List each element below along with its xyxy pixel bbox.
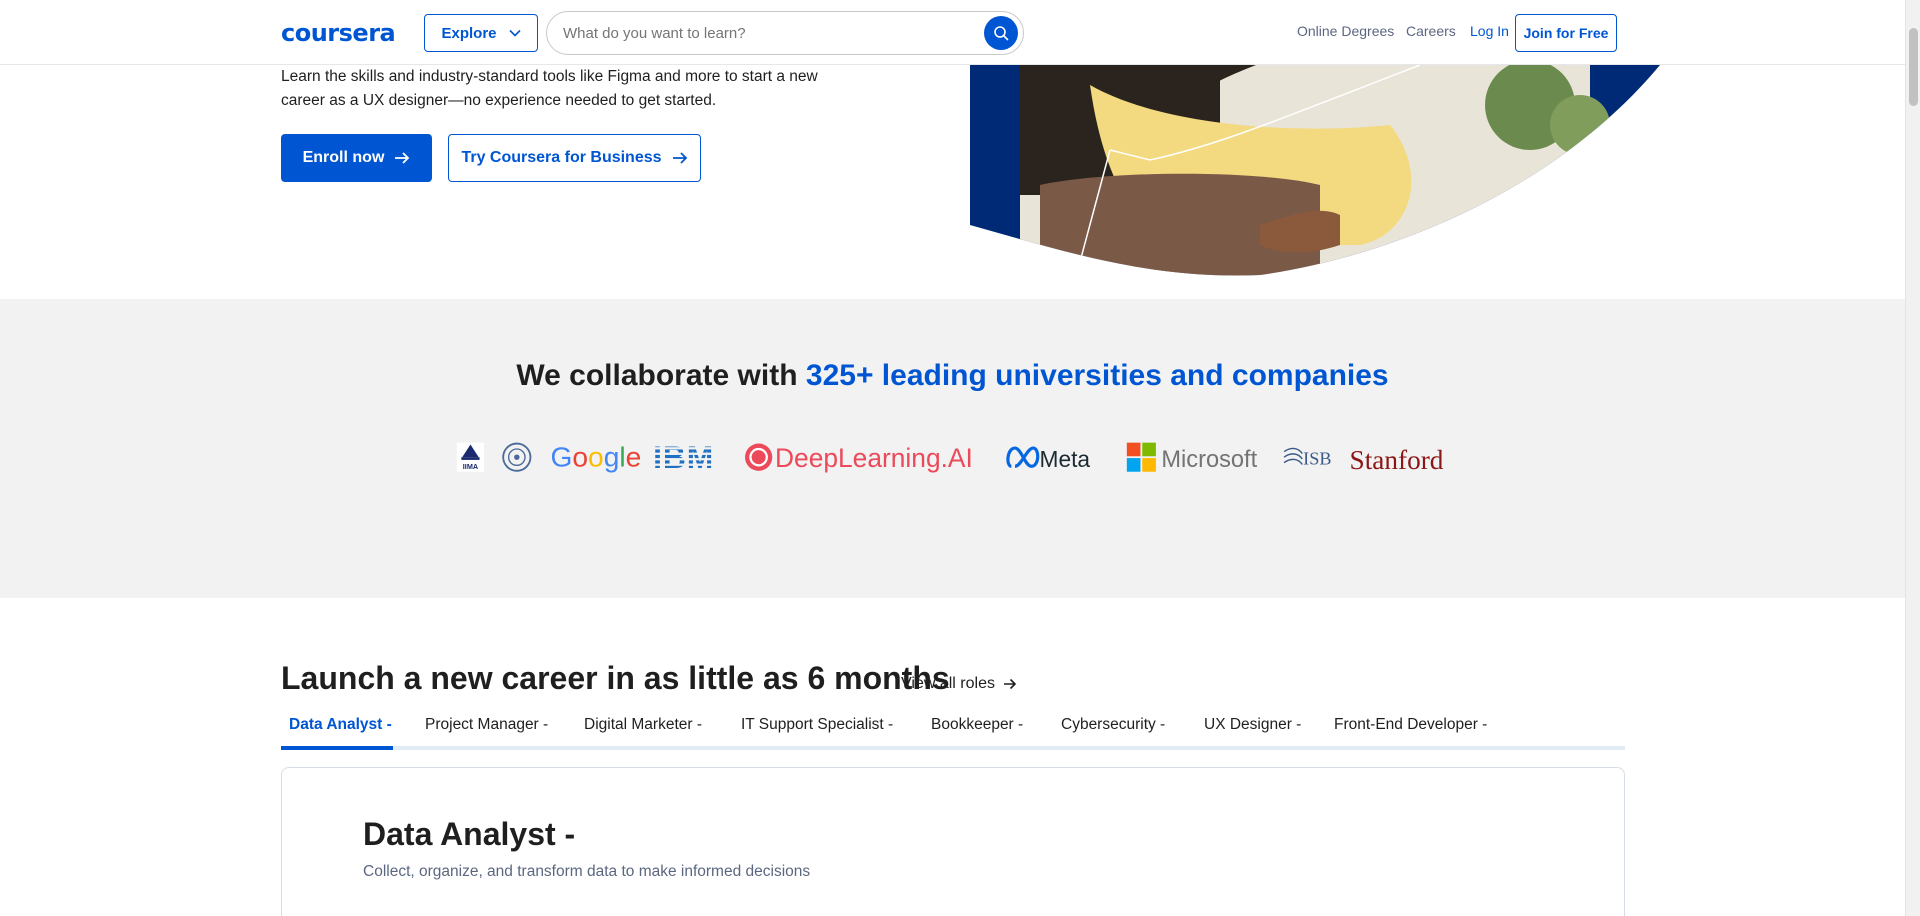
partner-logos: IIMA Google IBM DeepLearning.AI Meta Mic… bbox=[456, 439, 1444, 475]
arrow-right-icon bbox=[1003, 678, 1017, 690]
search-button[interactable] bbox=[984, 16, 1018, 50]
business-label: Try Coursera for Business bbox=[461, 149, 662, 166]
chevron-down-icon bbox=[508, 29, 521, 37]
isb-text: ISB bbox=[1303, 448, 1331, 468]
search-icon bbox=[994, 26, 1009, 41]
scrollbar-thumb[interactable] bbox=[1909, 28, 1918, 106]
microsoft-text: Microsoft bbox=[1161, 447, 1257, 473]
careers-section-title: Launch a new career in as little as 6 mo… bbox=[281, 660, 950, 696]
meta-logo: Meta bbox=[1006, 446, 1091, 472]
tab-cybersecurity[interactable]: Cybersecurity - bbox=[1061, 716, 1165, 734]
deeplearning-ai-text: DeepLearning.AI bbox=[775, 443, 973, 473]
careers-link[interactable]: Careers bbox=[1406, 23, 1456, 39]
role-card-title: Data Analyst - bbox=[363, 816, 576, 852]
stanford-logo: Stanford bbox=[1350, 445, 1444, 475]
tab-it-support-specialist[interactable]: IT Support Specialist - bbox=[741, 716, 893, 734]
hero-image bbox=[970, 65, 1660, 276]
tab-bookkeeper[interactable]: Bookkeeper - bbox=[931, 716, 1023, 734]
google-logo: Google bbox=[550, 440, 641, 472]
join-for-free-button[interactable]: Join for Free bbox=[1515, 14, 1617, 52]
enroll-now-label: Enroll now bbox=[302, 149, 385, 166]
tab-digital-marketer[interactable]: Digital Marketer - bbox=[584, 716, 702, 734]
iima-logo-text: IIMA bbox=[463, 462, 479, 471]
enroll-now-button[interactable]: Enroll now bbox=[281, 134, 432, 182]
partners-section: We collaborate with 325+ leading univers… bbox=[0, 299, 1905, 598]
arrow-right-icon bbox=[672, 152, 687, 164]
deeplearning-ai-logo: DeepLearning.AI bbox=[745, 443, 973, 473]
view-all-roles-label: View all roles bbox=[901, 675, 995, 692]
hero-section: Learn the skills and industry-standard t… bbox=[0, 65, 1905, 299]
top-nav-bar: coursera Explore Online Degrees Careers … bbox=[0, 0, 1905, 65]
tab-front-end-developer[interactable]: Front-End Developer - bbox=[1334, 716, 1487, 734]
explore-label: Explore bbox=[441, 24, 497, 42]
coursera-logo[interactable]: coursera bbox=[281, 19, 396, 47]
online-degrees-link[interactable]: Online Degrees bbox=[1297, 23, 1394, 39]
arrow-right-icon bbox=[395, 152, 410, 164]
partners-title: We collaborate with 325+ leading univers… bbox=[0, 359, 1905, 393]
role-card-description: Collect, organize, and transform data to… bbox=[363, 863, 811, 880]
log-in-link[interactable]: Log In bbox=[1470, 23, 1509, 39]
career-role-tabs: Data Analyst - Project Manager - Digital… bbox=[281, 715, 1625, 750]
tab-project-manager[interactable]: Project Manager - bbox=[425, 716, 548, 734]
view-all-roles-link[interactable]: View all roles bbox=[901, 675, 1017, 693]
partners-title-highlight: 325+ leading universities and companies bbox=[805, 359, 1389, 392]
page-scrollbar[interactable] bbox=[1905, 0, 1920, 916]
partners-title-prefix: We collaborate with bbox=[516, 359, 798, 392]
tab-data-analyst[interactable]: Data Analyst - bbox=[289, 716, 392, 734]
university-emblem-logo bbox=[502, 442, 532, 472]
explore-button[interactable]: Explore bbox=[424, 14, 538, 52]
try-coursera-business-button[interactable]: Try Coursera for Business bbox=[448, 134, 701, 182]
meta-text: Meta bbox=[1040, 446, 1091, 472]
active-tab-indicator bbox=[281, 746, 393, 750]
isb-logo: ISB bbox=[1283, 447, 1331, 468]
iima-logo: IIMA bbox=[456, 442, 485, 472]
search-bar bbox=[546, 11, 1024, 55]
search-input[interactable] bbox=[563, 12, 963, 54]
tab-ux-designer[interactable]: UX Designer - bbox=[1204, 716, 1301, 734]
microsoft-logo: Microsoft bbox=[1126, 442, 1258, 473]
role-card: Data Analyst - Collect, organize, and tr… bbox=[281, 767, 1625, 916]
hero-description: Learn the skills and industry-standard t… bbox=[281, 68, 818, 109]
ibm-logo: IBM bbox=[653, 439, 714, 475]
